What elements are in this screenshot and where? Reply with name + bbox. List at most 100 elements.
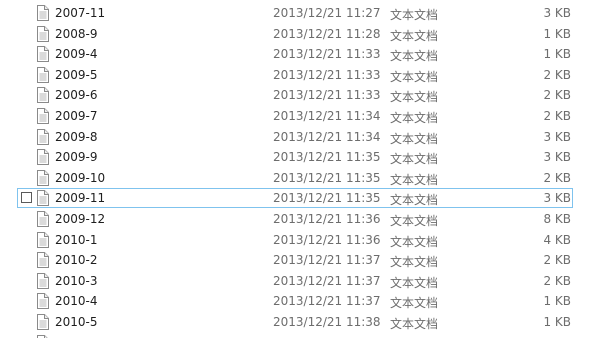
text-file-icon: [37, 128, 49, 145]
file-size: 1 KB: [543, 47, 571, 62]
date-modified: 2013/12/21 11:36: [273, 212, 381, 226]
file-row[interactable]: 2009-9 2013/12/21 11:35 文本文档 3 KB: [17, 147, 573, 167]
file-type: 文本文档: [390, 172, 439, 187]
file-size: 2 KB: [543, 88, 571, 103]
file-name: 2009-12: [55, 212, 106, 226]
text-file-icon: [37, 108, 49, 124]
file-row[interactable]: 2009-10 2013/12/21 11:35 文本文档 2 KB: [17, 168, 573, 188]
file-size: 8 KB: [543, 212, 571, 226]
file-row[interactable]: 2010-5 2013/12/21 11:38 文本文档 1 KB: [17, 312, 573, 332]
file-name: 2009-10: [55, 170, 106, 185]
file-type: 文本文档: [390, 49, 439, 64]
file-type: 文本文档: [390, 28, 439, 43]
file-name: 2008-9: [55, 26, 98, 41]
file-type: 文本文档: [390, 152, 439, 167]
file-name: 2009-11: [55, 191, 106, 206]
file-type: 文本文档: [390, 90, 439, 105]
file-row[interactable]: 2010-6 2013/12/21 11:38 文本文档 1 KB: [17, 333, 573, 338]
file-size: 1 KB: [543, 26, 571, 41]
file-size: 1 KB: [543, 294, 571, 309]
date-modified: 2013/12/21 11:28: [273, 26, 381, 41]
text-file-icon: [37, 5, 49, 21]
file-type: 文本文档: [390, 275, 439, 290]
file-size: 3 KB: [543, 150, 571, 165]
date-modified: 2013/12/21 11:27: [273, 6, 381, 20]
file-size: 2 KB: [543, 253, 571, 268]
date-modified: 2013/12/21 11:35: [273, 150, 381, 165]
text-file-icon: [37, 46, 49, 63]
file-row[interactable]: 2009-5 2013/12/21 11:33 文本文档 2 KB: [17, 65, 573, 85]
date-modified: 2013/12/21 11:34: [273, 129, 381, 144]
file-row[interactable]: 2009-6 2013/12/21 11:33 文本文档 2 KB: [17, 85, 573, 105]
text-file-icon: [37, 211, 49, 227]
date-modified: 2013/12/21 11:36: [273, 232, 381, 247]
file-type: 文本文档: [390, 317, 439, 331]
file-size: 1 KB: [543, 315, 571, 329]
file-row[interactable]: 2009-4 2013/12/21 11:33 文本文档 1 KB: [17, 44, 573, 64]
file-name: 2009-9: [55, 150, 98, 165]
date-modified: 2013/12/21 11:33: [273, 47, 381, 62]
file-type: 文本文档: [390, 131, 439, 146]
file-size: 3 KB: [543, 191, 571, 206]
file-row[interactable]: 2009-11 2013/12/21 11:35 文本文档 3 KB: [17, 188, 573, 209]
file-size: 3 KB: [543, 129, 571, 144]
file-size: 2 KB: [543, 109, 571, 123]
file-type: 文本文档: [390, 8, 439, 22]
file-name: 2009-8: [55, 129, 98, 144]
date-modified: 2013/12/21 11:35: [273, 170, 381, 185]
date-modified: 2013/12/21 11:35: [273, 191, 381, 206]
date-modified: 2013/12/21 11:37: [273, 253, 381, 268]
file-row[interactable]: 2009-8 2013/12/21 11:34 文本文档 3 KB: [17, 127, 573, 147]
text-file-icon: [37, 25, 49, 42]
text-file-icon: [37, 252, 49, 269]
file-row[interactable]: 2010-2 2013/12/21 11:37 文本文档 2 KB: [17, 250, 573, 270]
file-type: 文本文档: [390, 69, 439, 84]
text-file-icon: [37, 190, 49, 207]
date-modified: 2013/12/21 11:33: [273, 67, 381, 82]
date-modified: 2013/12/21 11:37: [273, 273, 381, 288]
text-file-icon: [37, 272, 49, 289]
date-modified: 2013/12/21 11:37: [273, 294, 381, 309]
file-size: 2 KB: [543, 67, 571, 82]
file-row[interactable]: 2010-1 2013/12/21 11:36 文本文档 4 KB: [17, 230, 573, 250]
file-row[interactable]: 2009-7 2013/12/21 11:34 文本文档 2 KB: [17, 106, 573, 126]
file-size: 2 KB: [543, 170, 571, 185]
date-modified: 2013/12/21 11:38: [273, 315, 381, 329]
text-file-icon: [37, 334, 49, 338]
file-name: 2010-4: [55, 294, 98, 309]
file-name: 2009-4: [55, 47, 98, 62]
file-name: 2010-5: [55, 315, 98, 329]
file-row[interactable]: 2010-3 2013/12/21 11:37 文本文档 2 KB: [17, 271, 573, 291]
file-row[interactable]: 2009-12 2013/12/21 11:36 文本文档 8 KB: [17, 209, 573, 229]
file-name: 2010-3: [55, 273, 98, 288]
file-name: 2010-1: [55, 232, 98, 247]
file-type: 文本文档: [390, 111, 439, 125]
file-size: 4 KB: [543, 232, 571, 247]
file-name: 2007-11: [55, 6, 106, 20]
file-name: 2009-7: [55, 109, 98, 123]
text-file-icon: [37, 231, 49, 248]
file-name: 2010-2: [55, 253, 98, 268]
file-type: 文本文档: [390, 193, 439, 208]
date-modified: 2013/12/21 11:34: [273, 109, 381, 123]
file-list: 2007-11 2013/12/21 11:27 文本文档 3 KB 2008-…: [0, 0, 591, 338]
file-size: 2 KB: [543, 273, 571, 288]
select-checkbox[interactable]: [21, 192, 32, 204]
file-type: 文本文档: [390, 214, 439, 228]
text-file-icon: [37, 66, 49, 83]
text-file-icon: [37, 314, 49, 330]
text-file-icon: [37, 293, 49, 310]
file-name: 2009-5: [55, 67, 98, 82]
file-type: 文本文档: [390, 296, 439, 311]
file-type: 文本文档: [390, 234, 439, 249]
text-file-icon: [37, 169, 49, 186]
file-type: 文本文档: [390, 255, 439, 270]
file-name: 2009-6: [55, 88, 98, 103]
text-file-icon: [37, 149, 49, 166]
date-modified: 2013/12/21 11:33: [273, 88, 381, 103]
file-row[interactable]: 2007-11 2013/12/21 11:27 文本文档 3 KB: [17, 3, 573, 23]
file-row[interactable]: 2008-9 2013/12/21 11:28 文本文档 1 KB: [17, 24, 573, 44]
file-size: 3 KB: [543, 6, 571, 20]
file-row[interactable]: 2010-4 2013/12/21 11:37 文本文档 1 KB: [17, 291, 573, 311]
text-file-icon: [37, 87, 49, 104]
